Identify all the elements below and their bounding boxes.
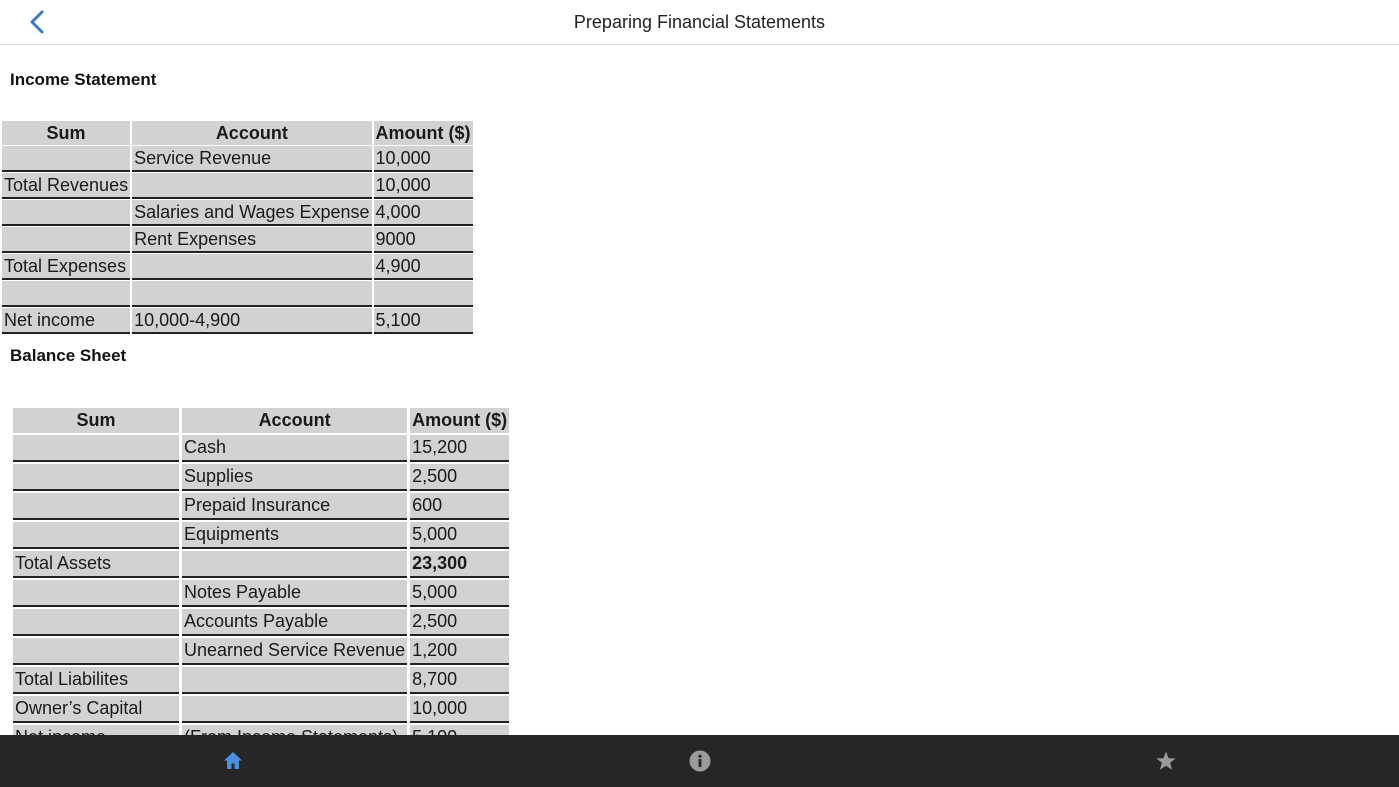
table-row: Salaries and Wages Expense 4,000 (2, 200, 473, 226)
account-cell (132, 173, 372, 199)
balance-sheet-title: Balance Sheet (10, 346, 127, 365)
table-row: Cash 15,200 (13, 435, 510, 462)
table-row: Accounts Payable 2,500 (13, 609, 510, 636)
amount-cell: 10,000 (373, 173, 473, 199)
tab-home[interactable] (221, 749, 245, 773)
table-header-row: Sum Account Amount ($) (13, 408, 510, 433)
amount-cell: 5,100 (373, 308, 473, 334)
table-row: Unearned Service Revenue 1,200 (13, 638, 510, 665)
bottom-tab-bar (0, 735, 1399, 787)
sum-cell (13, 638, 179, 665)
amount-cell: 2,500 (410, 464, 510, 491)
income-statement-title: Income Statement (10, 70, 157, 89)
account-cell: Salaries and Wages Expense (132, 200, 372, 226)
balance-sheet-table: Sum Account Amount ($) Cash 15,200 Suppl… (10, 406, 512, 735)
account-cell: Supplies (182, 464, 408, 491)
amount-cell: 5,100 (410, 725, 510, 735)
amount-cell: 23,300 (410, 551, 510, 578)
table-row: Owner’s Capital 10,000 (13, 696, 510, 723)
sum-cell (2, 281, 131, 307)
home-icon (224, 752, 242, 769)
table-row: Notes Payable 5,000 (13, 580, 510, 607)
sum-cell (13, 493, 179, 520)
sum-cell (2, 200, 131, 226)
column-header-account: Account (182, 408, 408, 433)
amount-cell: 8,700 (410, 667, 510, 694)
account-cell: (From Income Statements) (182, 725, 408, 735)
amount-cell: 4,900 (373, 254, 473, 280)
tab-favorites[interactable] (1154, 749, 1178, 773)
header-bar: Preparing Financial Statements (0, 0, 1399, 45)
table-row: Net income (From Income Statements) 5,10… (13, 725, 510, 735)
info-icon (689, 750, 711, 772)
table-row: Total Assets 23,300 (13, 551, 510, 578)
account-cell (182, 696, 408, 723)
sum-cell: Net income (2, 308, 131, 334)
sum-cell: Total Liabilites (13, 667, 179, 694)
sum-cell (13, 609, 179, 636)
star-icon (1156, 751, 1176, 770)
table-row: Rent Expenses 9000 (2, 227, 473, 253)
sum-cell (13, 464, 179, 491)
account-cell: Rent Expenses (132, 227, 372, 253)
amount-cell: 2,500 (410, 609, 510, 636)
account-cell (132, 254, 372, 280)
amount-cell: 9000 (373, 227, 473, 253)
sum-cell: Total Assets (13, 551, 179, 578)
sum-cell: Owner’s Capital (13, 696, 179, 723)
account-cell: Cash (182, 435, 408, 462)
account-cell: Unearned Service Revenue (182, 638, 408, 665)
table-row: Prepaid Insurance 600 (13, 493, 510, 520)
table-row: Net income 10,000-4,900 5,100 (2, 308, 473, 334)
table-row: Service Revenue 10,000 (2, 146, 473, 172)
column-header-sum: Sum (13, 408, 179, 433)
amount-cell: 5,000 (410, 522, 510, 549)
account-cell: Service Revenue (132, 146, 372, 172)
sum-cell (13, 580, 179, 607)
table-row: Supplies 2,500 (13, 464, 510, 491)
table-row: Total Liabilites 8,700 (13, 667, 510, 694)
account-cell: Prepaid Insurance (182, 493, 408, 520)
amount-cell (373, 281, 473, 307)
sum-cell (2, 227, 131, 253)
account-cell: 10,000-4,900 (132, 308, 372, 334)
column-header-account: Account (132, 121, 372, 145)
table-row: Total Expenses 4,900 (2, 254, 473, 280)
sum-cell: Total Revenues (2, 173, 131, 199)
income-statement-table: Sum Account Amount ($) Service Revenue 1… (0, 120, 475, 335)
sum-cell: Net income (13, 725, 179, 735)
account-cell (182, 551, 408, 578)
amount-cell: 1,200 (410, 638, 510, 665)
column-header-sum: Sum (2, 121, 131, 145)
tab-info[interactable] (688, 749, 712, 773)
amount-cell: 600 (410, 493, 510, 520)
account-cell (182, 667, 408, 694)
sum-cell: Total Expenses (2, 254, 131, 280)
sum-cell (13, 522, 179, 549)
column-header-amount: Amount ($) (410, 408, 510, 433)
table-row (2, 281, 473, 307)
amount-cell: 10,000 (373, 146, 473, 172)
amount-cell: 5,000 (410, 580, 510, 607)
amount-cell: 15,200 (410, 435, 510, 462)
column-header-amount: Amount ($) (373, 121, 473, 145)
sum-cell (13, 435, 179, 462)
page-title: Preparing Financial Statements (573, 12, 826, 32)
amount-cell: 4,000 (373, 200, 473, 226)
sum-cell (2, 146, 131, 172)
account-cell: Accounts Payable (182, 609, 408, 636)
account-cell: Notes Payable (182, 580, 408, 607)
account-cell: Equipments (182, 522, 408, 549)
account-cell (132, 281, 372, 307)
table-row: Equipments 5,000 (13, 522, 510, 549)
table-row: Total Revenues 10,000 (2, 173, 473, 199)
content-area[interactable]: Income Statement Sum Account Amount ($) … (0, 45, 1399, 735)
amount-cell: 10,000 (410, 696, 510, 723)
table-header-row: Sum Account Amount ($) (2, 121, 473, 145)
